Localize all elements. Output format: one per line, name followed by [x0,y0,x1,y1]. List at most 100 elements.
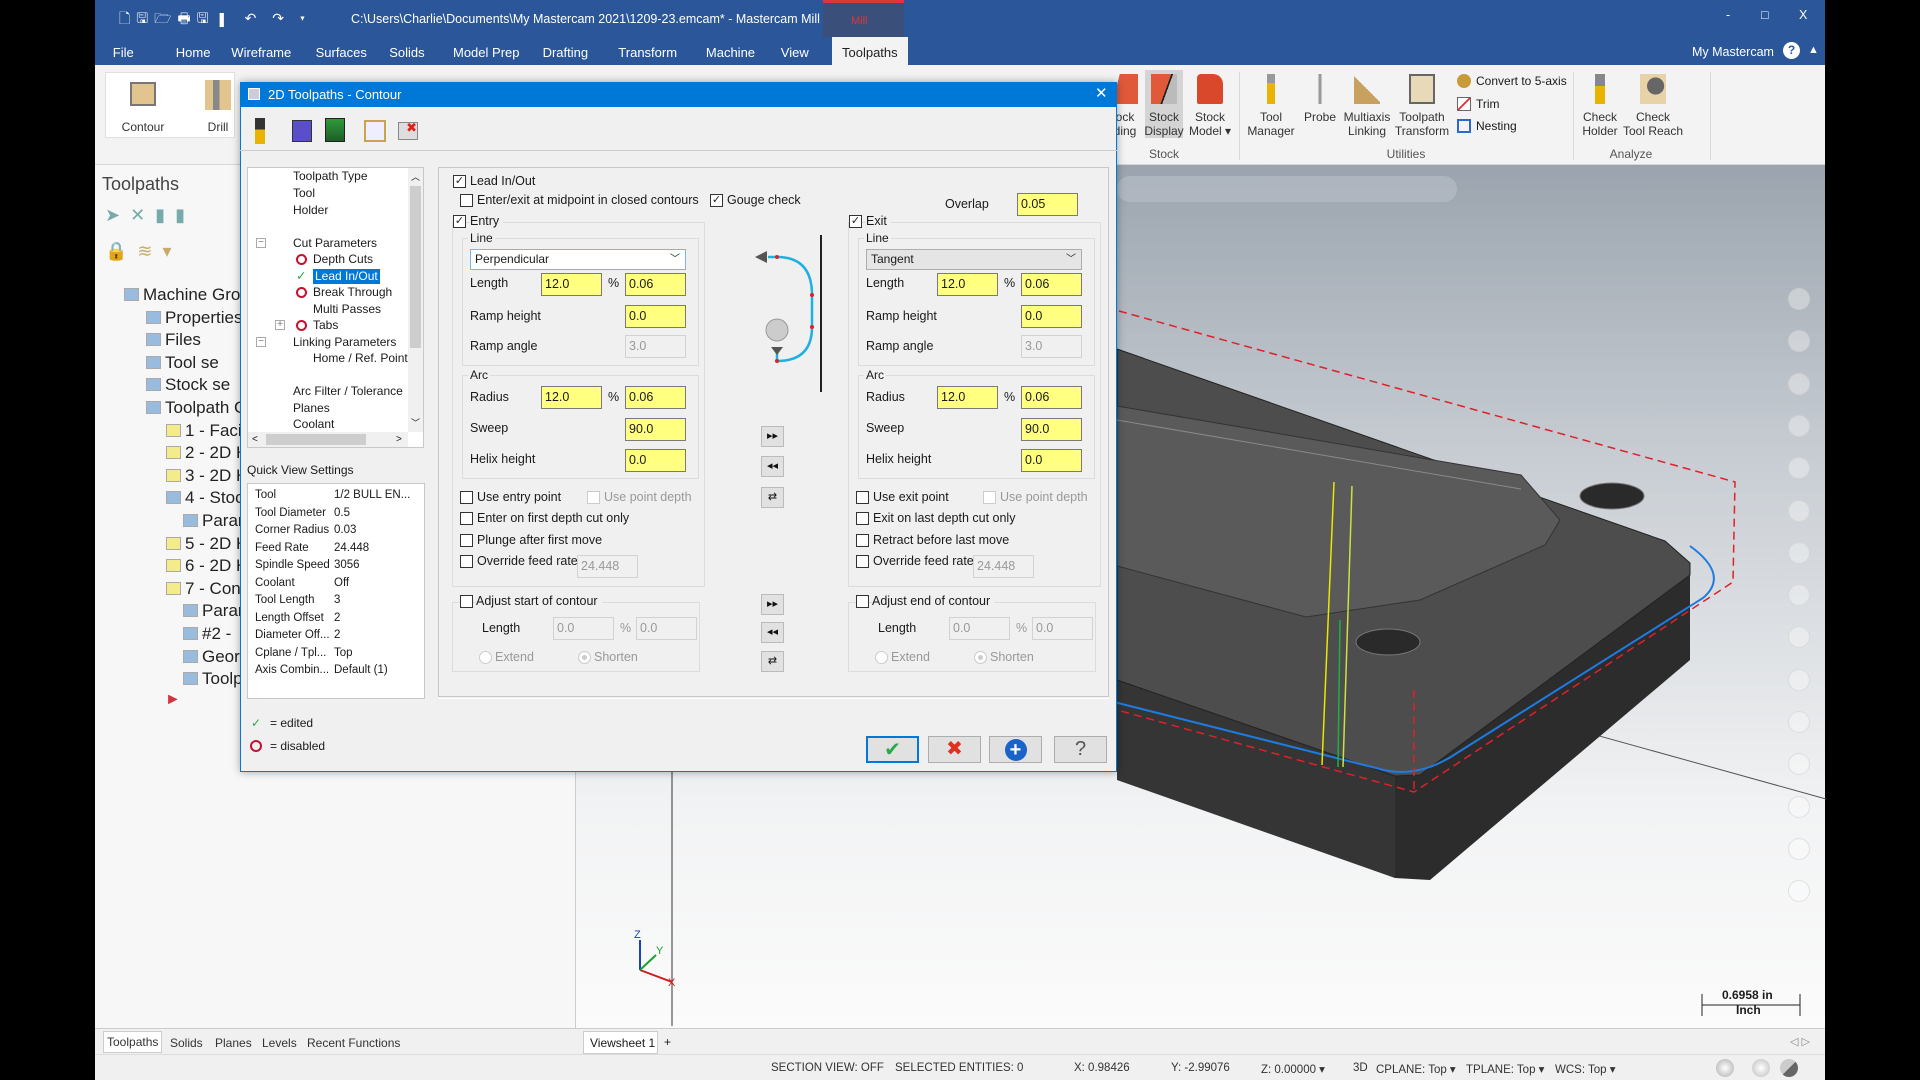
scrollbar-thumb[interactable] [266,434,366,445]
dialog-title: 2D Toolpaths - Contour [268,87,402,102]
exit-radius-input[interactable]: 0.06 [1021,386,1082,409]
exit-adjust-checkbox[interactable] [856,595,869,608]
copy-adjust-to-start-button[interactable]: ◂◂ [761,622,784,643]
tree-item-arc-filter-tolerance[interactable]: Arc Filter / Tolerance [293,384,403,399]
tree-item-depth-cuts[interactable]: Depth Cuts [313,252,373,267]
entry-radius-input[interactable]: 0.06 [625,386,686,409]
wcs-selector[interactable]: WCS: Top ▾ [1555,1062,1616,1076]
viewport-tool-button[interactable] [1788,711,1810,733]
exit-ramp-height-input[interactable]: 0.0 [1021,305,1082,328]
tree-item-multi-passes[interactable]: Multi Passes [313,302,381,317]
swap-adjust-button[interactable]: ⇄ [761,651,784,672]
entry-option3-checkbox[interactable] [460,534,473,547]
viewport-tool-button[interactable] [1788,372,1810,395]
tree-item-tabs[interactable]: Tabs [313,318,338,333]
tree-item-tool[interactable]: Tool [293,186,315,201]
tree-item-linking-parameters[interactable]: Linking Parameters [293,335,396,350]
ok-button[interactable]: ✔ [866,736,919,763]
scale-unit: Inch [1736,1003,1761,1017]
exit-radius-percent-input[interactable]: 12.0 [937,386,998,409]
entry-use-point-checkbox[interactable] [460,491,473,504]
tree-item-toolpath-type[interactable]: Toolpath Type [293,169,368,184]
viewport-tool-button[interactable] [1788,837,1810,860]
copy-entry-to-exit-button[interactable]: ▸▸ [761,426,784,447]
tree-item-lead-in-out[interactable]: Lead In/Out [313,269,380,284]
3d-mode-toggle[interactable]: 3D [1353,1062,1368,1074]
exit-length-percent-input[interactable]: 12.0 [937,273,998,296]
dialog-close-button[interactable]: ✕ [1095,86,1108,101]
exit-use-point-checkbox[interactable] [856,491,869,504]
tplane-selector[interactable]: TPLANE: Top ▾ [1466,1062,1544,1076]
viewsheet-tab[interactable]: Viewsheet 1 [583,1031,658,1054]
viewport-tool-button[interactable] [1788,499,1810,522]
viewport-tool-button[interactable] [1788,584,1810,607]
viewport-tool-button[interactable] [1788,541,1810,564]
scroll-right-icon[interactable]: > [396,432,402,447]
entry-radius-percent-input[interactable]: 12.0 [541,386,602,409]
tree-item-coolant[interactable]: Coolant [293,417,334,432]
viewsheet-scroll-arrows[interactable]: ◁ ▷ [1790,1035,1810,1050]
entry-helix-height-input[interactable]: 0.0 [625,449,686,472]
tree-vertical-scrollbar[interactable]: ︿ ﹀ [408,168,423,432]
copy-adjust-to-end-button[interactable]: ▸▸ [761,594,784,615]
entry-line-type-dropdown[interactable]: Perpendicular ﹀ [470,249,686,270]
viewport-tool-button[interactable] [1788,288,1810,310]
entry-length-input[interactable]: 0.06 [625,273,686,296]
z-depth-selector[interactable]: Z: 0.00000 ▾ [1261,1062,1325,1076]
cancel-button[interactable]: ✖ [928,736,981,763]
exit-checkbox[interactable]: ✓ [849,215,862,228]
tool-icon-button[interactable] [255,118,265,144]
exit-option2-checkbox[interactable] [856,512,869,525]
entry-checkbox[interactable]: ✓ [453,215,466,228]
cplane-selector[interactable]: CPLANE: Top ▾ [1376,1062,1456,1076]
entry-sweep-input[interactable]: 90.0 [625,418,686,441]
tree-item-holder[interactable]: Holder [293,203,328,218]
entry-adjust-checkbox[interactable] [460,595,473,608]
exit-sweep-input[interactable]: 90.0 [1021,418,1082,441]
exit-use-point-label: Use exit point [873,490,949,504]
tree-horizontal-scrollbar[interactable]: < > [248,432,408,447]
viewport-tool-button[interactable] [1788,668,1810,691]
preview-icon-button[interactable] [364,120,386,142]
tree-item-planes[interactable]: Planes [293,401,330,416]
exit-override-feed-checkbox[interactable] [856,555,869,568]
tree-item-break-through[interactable]: Break Through [313,285,392,300]
lead-in-out-checkbox[interactable]: ✓ [453,175,466,188]
translucency-icon[interactable] [1780,1059,1798,1077]
svg-text:Y: Y [656,945,664,957]
exit-length-input[interactable]: 0.06 [1021,273,1082,296]
midpoint-checkbox[interactable] [460,194,473,207]
exit-line-type-dropdown[interactable]: Tangent ﹀ [866,249,1082,270]
add-operation-button[interactable]: + [989,736,1042,763]
scroll-left-icon[interactable]: < [252,432,258,447]
viewport-tool-button[interactable] [1788,414,1810,437]
help-button[interactable]: ? [1054,736,1107,763]
gouge-check-checkbox[interactable]: ✓ [710,194,723,207]
entry-override-feed-checkbox[interactable] [460,555,473,568]
scroll-down-icon[interactable]: ﹀ [411,416,420,431]
entry-ramp-height-input[interactable]: 0.0 [625,305,686,328]
viewport-tool-button[interactable] [1788,795,1810,818]
scrollbar-thumb[interactable] [410,186,421,348]
tree-item-home-ref-points[interactable]: Home / Ref. Points [313,351,414,366]
collapse-icon[interactable]: − [256,337,266,347]
collapse-icon[interactable]: − [256,238,266,248]
exit-option3-checkbox[interactable] [856,534,869,547]
tree-item-cut-parameters[interactable]: Cut Parameters [293,236,377,251]
scroll-up-icon[interactable]: ︿ [411,170,420,185]
entry-option2-checkbox[interactable] [460,512,473,525]
exit-helix-height-input[interactable]: 0.0 [1021,449,1082,472]
expand-icon[interactable]: + [275,320,285,330]
swap-entry-exit-button[interactable]: ⇄ [761,487,784,508]
add-viewsheet-button[interactable]: + [664,1035,671,1050]
delete-icon-button[interactable]: ✖ [398,121,418,140]
chevron-down-icon: ﹀ [1066,254,1076,265]
section-view-status[interactable]: SECTION VIEW: OFF [771,1062,884,1074]
save-to-library-icon-button[interactable] [325,118,345,142]
render-mode-icon[interactable] [1752,1059,1770,1077]
entry-length-percent-input[interactable]: 12.0 [541,273,602,296]
overlap-input[interactable]: 0.05 [1017,193,1078,216]
shaded-mode-icon[interactable] [1716,1059,1734,1077]
copy-exit-to-entry-button[interactable]: ◂◂ [761,456,784,477]
save-icon-button[interactable] [292,120,312,142]
